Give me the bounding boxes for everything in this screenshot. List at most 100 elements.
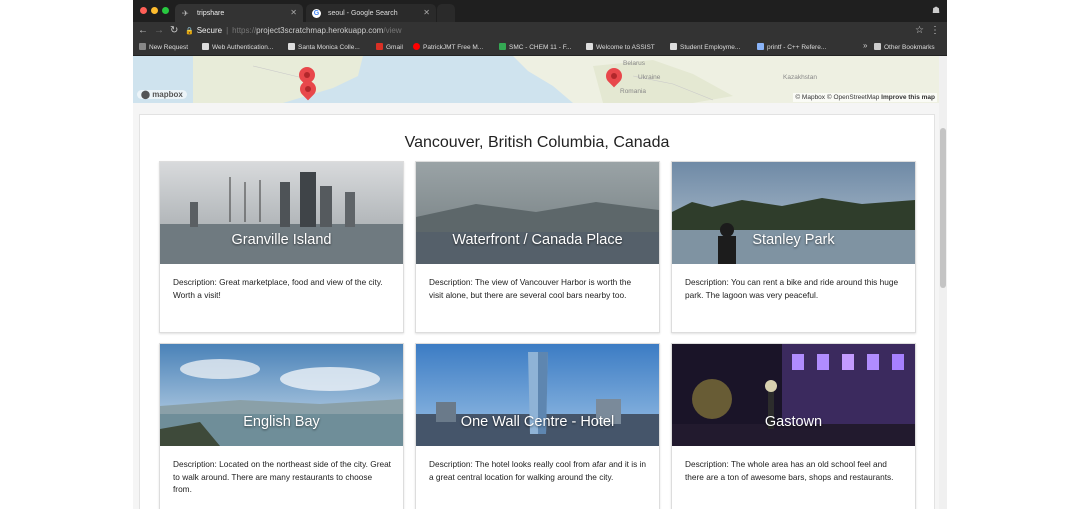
place-card-gastown[interactable]: Gastown Description: The whole area has … bbox=[671, 343, 916, 509]
place-photo bbox=[416, 344, 659, 446]
bookmark-label: New Request bbox=[149, 44, 189, 51]
map-country-label: Romania bbox=[620, 88, 647, 95]
place-photo-image bbox=[672, 162, 915, 264]
youtube-icon bbox=[413, 43, 420, 50]
forward-arrow-icon[interactable]: → bbox=[154, 24, 164, 38]
map-country-label: Belarus bbox=[623, 60, 646, 67]
close-window-button[interactable] bbox=[140, 7, 147, 14]
map-country-label: Kazakhstan bbox=[783, 74, 817, 81]
profile-icon[interactable]: ☗ bbox=[932, 5, 942, 15]
left-margin bbox=[0, 0, 133, 509]
menu-dots-icon[interactable]: ⋮ bbox=[930, 24, 940, 38]
url-path: /view bbox=[383, 26, 402, 35]
place-photo bbox=[672, 162, 915, 264]
place-name: Stanley Park bbox=[752, 232, 835, 248]
bookmark-label: Gmail bbox=[386, 44, 403, 51]
place-photo bbox=[160, 344, 403, 446]
tab-title: tripshare bbox=[197, 10, 225, 17]
reload-icon[interactable]: ↻ bbox=[170, 24, 178, 38]
other-bookmarks-folder[interactable]: Other Bookmarks bbox=[874, 42, 935, 53]
place-card-one-wall-centre[interactable]: One Wall Centre - Hotel Description: The… bbox=[415, 343, 660, 509]
place-photo-image bbox=[160, 344, 403, 446]
bookmarks-bar: New Request Web Authentication... Santa … bbox=[133, 40, 947, 56]
city-title: Vancouver, British Columbia, Canada bbox=[404, 134, 670, 151]
browser-window: ✈ tripshare ✕ G seoul - Google Search ✕ … bbox=[133, 0, 947, 509]
zoom-window-button[interactable] bbox=[162, 7, 169, 14]
tripshare-favicon-icon: ✈ bbox=[182, 9, 189, 18]
close-tab-icon[interactable]: ✕ bbox=[290, 8, 297, 17]
tab-google-search[interactable]: G seoul - Google Search ✕ bbox=[306, 4, 436, 22]
place-description: Description: The view of Vancouver Harbo… bbox=[429, 277, 632, 300]
place-name: English Bay bbox=[243, 414, 320, 430]
bookmark-web-authentication[interactable]: Web Authentication... bbox=[202, 42, 273, 53]
place-photo-image bbox=[160, 162, 403, 264]
gmail-icon bbox=[376, 43, 383, 50]
mapbox-attribution-link[interactable]: © Mapbox bbox=[795, 94, 825, 101]
bookmark-label: Welcome to ASSIST bbox=[596, 44, 655, 51]
close-tab-icon[interactable]: ✕ bbox=[423, 8, 430, 17]
page-icon bbox=[202, 43, 209, 50]
map-attribution: © Mapbox © OpenStreetMap Improve this ma… bbox=[793, 93, 937, 102]
place-photo-image bbox=[416, 344, 659, 446]
place-photo bbox=[416, 162, 659, 264]
tab-title: seoul - Google Search bbox=[328, 10, 398, 17]
college-icon bbox=[288, 43, 295, 50]
bookmark-label: Santa Monica Colle... bbox=[298, 44, 360, 51]
bookmark-smc-chem[interactable]: SMC - CHEM 11 - F... bbox=[499, 42, 571, 53]
folder-icon bbox=[874, 43, 881, 50]
place-photo-image bbox=[672, 344, 915, 446]
bookmark-printf-cpp[interactable]: printf - C++ Refere... bbox=[757, 42, 826, 53]
right-margin bbox=[947, 0, 1080, 509]
mapbox-logo-text: mapbox bbox=[152, 90, 183, 99]
map-view[interactable]: Belarus Ukraine Kazakhstan Romania ⬤ map… bbox=[133, 56, 939, 103]
bookmark-label: Student Employme... bbox=[680, 44, 741, 51]
page-scrollbar[interactable] bbox=[939, 56, 947, 509]
bookmark-label: printf - C++ Refere... bbox=[767, 44, 827, 51]
bookmark-label: Web Authentication... bbox=[212, 44, 274, 51]
map-country-label: Ukraine bbox=[638, 74, 661, 81]
minimize-window-button[interactable] bbox=[151, 7, 158, 14]
place-photo bbox=[160, 162, 403, 264]
bookmark-patrickjmt[interactable]: PatrickJMT Free M... bbox=[413, 42, 483, 53]
bookmark-new-request[interactable]: New Request bbox=[139, 42, 188, 53]
bookmark-gmail[interactable]: Gmail bbox=[376, 42, 403, 53]
bookmark-student-employment[interactable]: Student Employme... bbox=[670, 42, 740, 53]
bookmark-santa-monica[interactable]: Santa Monica Colle... bbox=[288, 42, 360, 53]
place-photo bbox=[672, 344, 915, 446]
place-name: One Wall Centre - Hotel bbox=[460, 414, 615, 430]
place-card-english-bay[interactable]: English Bay Description: Located on the … bbox=[159, 343, 404, 509]
browser-toolbar: ← → ↻ 🔒 Secure | https://project3scratchmap… bbox=[133, 22, 947, 40]
mapbox-logo[interactable]: ⬤ mapbox bbox=[137, 90, 187, 99]
address-separator: | bbox=[226, 26, 229, 35]
bookmark-label: Other Bookmarks bbox=[884, 44, 935, 51]
new-tab-button[interactable] bbox=[437, 4, 455, 22]
grid-icon bbox=[139, 43, 146, 50]
address-bar[interactable]: 🔒 Secure | https://project3scratchmap.herok… bbox=[185, 24, 927, 38]
back-arrow-icon[interactable]: ← bbox=[138, 24, 148, 38]
sheet-icon bbox=[499, 43, 506, 50]
lock-icon: 🔒 bbox=[185, 28, 194, 35]
google-favicon-icon: G bbox=[312, 9, 321, 18]
place-name: Granville Island bbox=[231, 232, 332, 248]
place-name: Gastown bbox=[764, 414, 823, 430]
student-icon bbox=[670, 43, 677, 50]
tab-tripshare[interactable]: ✈ tripshare ✕ bbox=[175, 4, 303, 22]
place-description: Description: You can rent a bike and rid… bbox=[685, 277, 899, 300]
place-card-stanley-park[interactable]: Stanley Park Description: You can rent a… bbox=[671, 161, 916, 333]
bookmark-label: SMC - CHEM 11 - F... bbox=[509, 44, 572, 51]
place-name: Waterfront / Canada Place bbox=[452, 232, 623, 248]
bookmark-star-icon[interactable]: ☆ bbox=[915, 24, 924, 38]
tab-strip: ✈ tripshare ✕ G seoul - Google Search ✕ … bbox=[133, 0, 947, 22]
place-card-granville-island[interactable]: Granville Island Description: Great mark… bbox=[159, 161, 404, 333]
more-bookmarks-chevron[interactable]: » bbox=[863, 41, 867, 50]
improve-map-link[interactable]: Improve this map bbox=[881, 94, 935, 101]
osm-attribution-link[interactable]: © OpenStreetMap bbox=[827, 94, 879, 101]
cpp-icon bbox=[757, 43, 764, 50]
secure-label: Secure bbox=[196, 26, 223, 35]
scrollbar-thumb[interactable] bbox=[940, 128, 946, 288]
place-card-waterfront[interactable]: Waterfront / Canada Place Description: T… bbox=[415, 161, 660, 333]
place-description: Description: The hotel looks really cool… bbox=[429, 459, 647, 482]
bookmark-assist[interactable]: Welcome to ASSIST bbox=[586, 42, 655, 53]
place-description: Description: Located on the northeast si… bbox=[173, 459, 391, 494]
url-scheme: https:// bbox=[232, 26, 257, 35]
